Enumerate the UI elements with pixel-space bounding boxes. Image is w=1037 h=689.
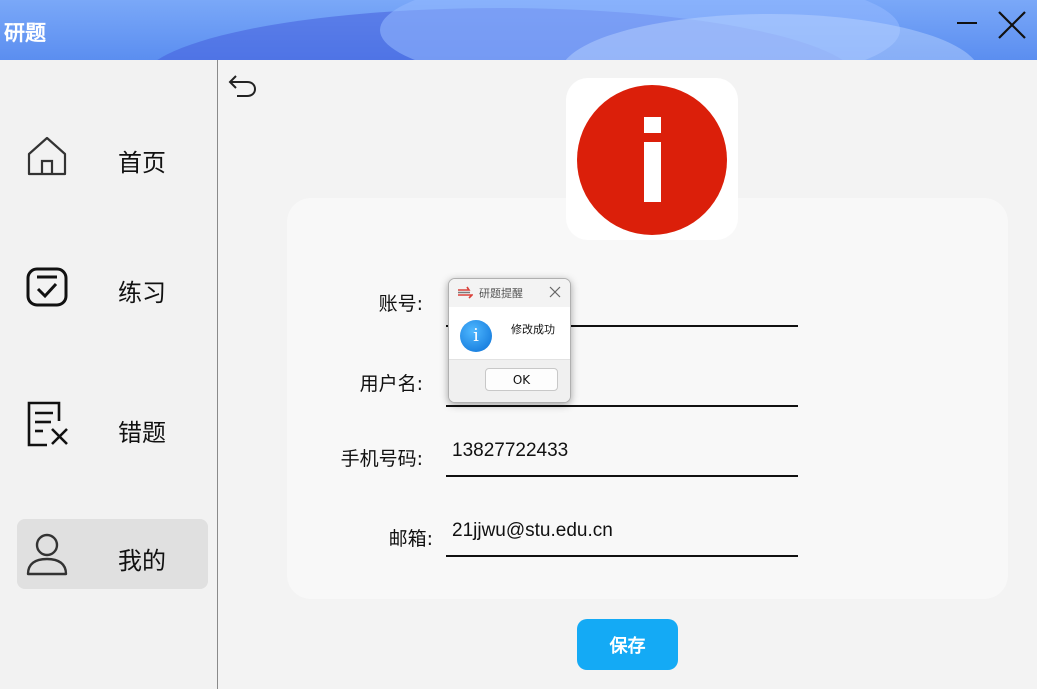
wrong-doc-icon bbox=[27, 401, 68, 447]
username-label: 用户名: bbox=[359, 373, 423, 395]
dialog-title: 研题提醒 bbox=[479, 287, 523, 300]
sidebar-item-mine[interactable]: 我的 bbox=[17, 519, 208, 589]
user-icon bbox=[26, 533, 68, 576]
phone-label: 手机号码: bbox=[340, 448, 423, 470]
username-underline bbox=[446, 405, 798, 407]
ok-button[interactable]: OK bbox=[485, 368, 558, 391]
app-title: 研题 bbox=[4, 21, 46, 45]
phone-field[interactable] bbox=[452, 436, 792, 466]
dialog-message: 修改成功 bbox=[511, 323, 555, 336]
sidebar-item-label: 错题 bbox=[118, 419, 166, 447]
title-bar: 研题 bbox=[0, 0, 1037, 60]
message-dialog: 研题提醒 i 修改成功 OK bbox=[448, 278, 571, 403]
save-button[interactable]: 保存 bbox=[577, 619, 678, 670]
close-icon bbox=[998, 11, 1026, 39]
sidebar: 首页 练习 错题 我的 bbox=[0, 60, 218, 689]
sidebar-item-practice[interactable]: 练习 bbox=[17, 251, 208, 321]
minimize-button[interactable] bbox=[955, 10, 981, 36]
email-underline bbox=[446, 555, 798, 557]
account-label: 账号: bbox=[378, 293, 423, 315]
sidebar-item-label: 首页 bbox=[118, 149, 166, 177]
phone-underline bbox=[446, 475, 798, 477]
info-icon[interactable] bbox=[577, 85, 727, 235]
checkbox-icon bbox=[26, 267, 68, 307]
info-icon: i bbox=[460, 320, 492, 352]
sidebar-item-label: 我的 bbox=[118, 547, 166, 575]
app-logo-icon bbox=[458, 286, 473, 299]
sidebar-item-home[interactable]: 首页 bbox=[17, 121, 208, 191]
dialog-close-icon[interactable] bbox=[548, 285, 562, 299]
close-button[interactable] bbox=[995, 8, 1029, 42]
email-field[interactable] bbox=[452, 516, 792, 546]
sidebar-item-mistakes[interactable]: 错题 bbox=[17, 391, 208, 461]
sidebar-item-label: 练习 bbox=[118, 279, 166, 307]
home-icon bbox=[27, 136, 67, 176]
email-label: 邮箱: bbox=[388, 528, 433, 550]
back-button[interactable] bbox=[227, 72, 259, 100]
back-arrow-icon bbox=[228, 75, 257, 97]
